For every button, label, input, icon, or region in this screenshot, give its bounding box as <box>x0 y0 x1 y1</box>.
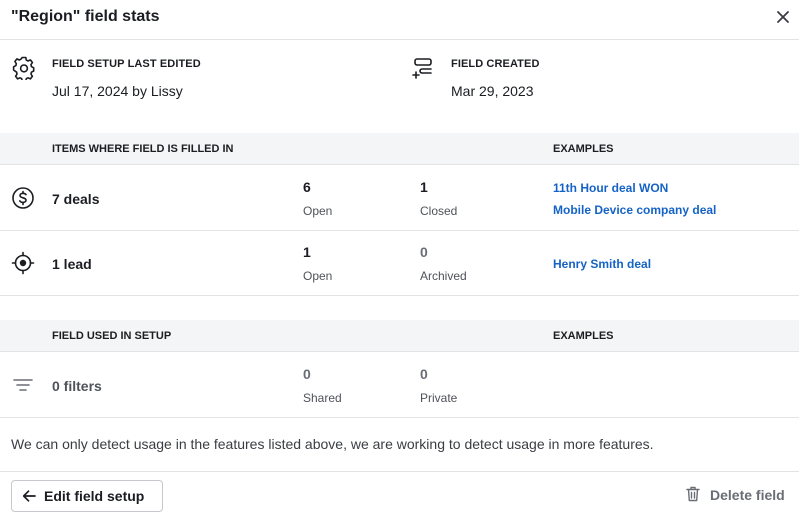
dialog-header: "Region" field stats <box>0 0 799 40</box>
close-icon[interactable] <box>772 6 794 28</box>
dialog-footer: Edit field setup Delete field <box>0 471 799 514</box>
deals-open-count: 6 <box>303 179 311 195</box>
deals-row: 7 deals 6 Open 1 Closed 11th Hour deal W… <box>0 166 799 231</box>
leads-count: 1 lead <box>52 256 92 272</box>
target-icon <box>11 251 35 275</box>
filters-shared-label: Shared <box>303 391 342 405</box>
setup-section-header: FIELD USED IN SETUP EXAMPLES <box>0 320 799 352</box>
deals-closed-label: Closed <box>420 204 458 218</box>
deals-open-label: Open <box>303 204 333 218</box>
field-created: FIELD CREATED Mar 29, 2023 <box>411 56 771 106</box>
leads-open-label: Open <box>303 269 333 283</box>
filters-row: 0 filters 0 Shared 0 Private <box>0 353 799 418</box>
filters-private-label: Private <box>420 391 458 405</box>
filters-count: 0 filters <box>52 378 102 394</box>
arrow-left-icon <box>22 490 36 502</box>
filters-private-count: 0 <box>420 366 428 382</box>
leads-row: 1 lead 1 Open 0 Archived Henry Smith dea… <box>0 231 799 296</box>
delete-field-button[interactable]: Delete field <box>684 485 790 507</box>
dollar-circle-icon <box>12 187 34 209</box>
leads-open-count: 1 <box>303 244 311 260</box>
filter-icon <box>13 379 33 391</box>
gear-icon <box>12 56 35 80</box>
field-setup-edited: FIELD SETUP LAST EDITED Jul 17, 2024 by … <box>12 56 372 106</box>
setup-edited-value: Jul 17, 2024 by Lissy <box>52 83 183 99</box>
setup-edited-label: FIELD SETUP LAST EDITED <box>52 58 201 70</box>
field-created-label: FIELD CREATED <box>451 58 540 70</box>
edit-field-setup-button[interactable]: Edit field setup <box>11 480 163 512</box>
deals-count: 7 deals <box>52 191 100 207</box>
filled-section-examples-title: EXAMPLES <box>553 143 614 155</box>
filled-section-title: ITEMS WHERE FIELD IS FILLED IN <box>52 143 234 155</box>
edit-field-setup-label: Edit field setup <box>44 488 145 504</box>
setup-section-title: FIELD USED IN SETUP <box>52 330 172 342</box>
example-link-deal[interactable]: 11th Hour deal WON <box>553 181 668 195</box>
field-created-value: Mar 29, 2023 <box>451 83 534 99</box>
filters-shared-count: 0 <box>303 366 311 382</box>
field-add-icon <box>412 58 432 79</box>
deals-closed-count: 1 <box>420 179 428 195</box>
example-link-deal[interactable]: Mobile Device company deal <box>553 203 716 217</box>
dialog-title: "Region" field stats <box>11 8 160 25</box>
usage-detection-note: We can only detect usage in the features… <box>11 436 654 452</box>
leads-archived-count: 0 <box>420 244 428 260</box>
delete-field-label: Delete field <box>710 487 785 503</box>
filled-section-header: ITEMS WHERE FIELD IS FILLED IN EXAMPLES <box>0 133 799 165</box>
trash-icon <box>686 486 700 502</box>
example-link-lead[interactable]: Henry Smith deal <box>553 257 651 271</box>
leads-archived-label: Archived <box>420 269 467 283</box>
setup-section-examples-title: EXAMPLES <box>553 330 614 342</box>
